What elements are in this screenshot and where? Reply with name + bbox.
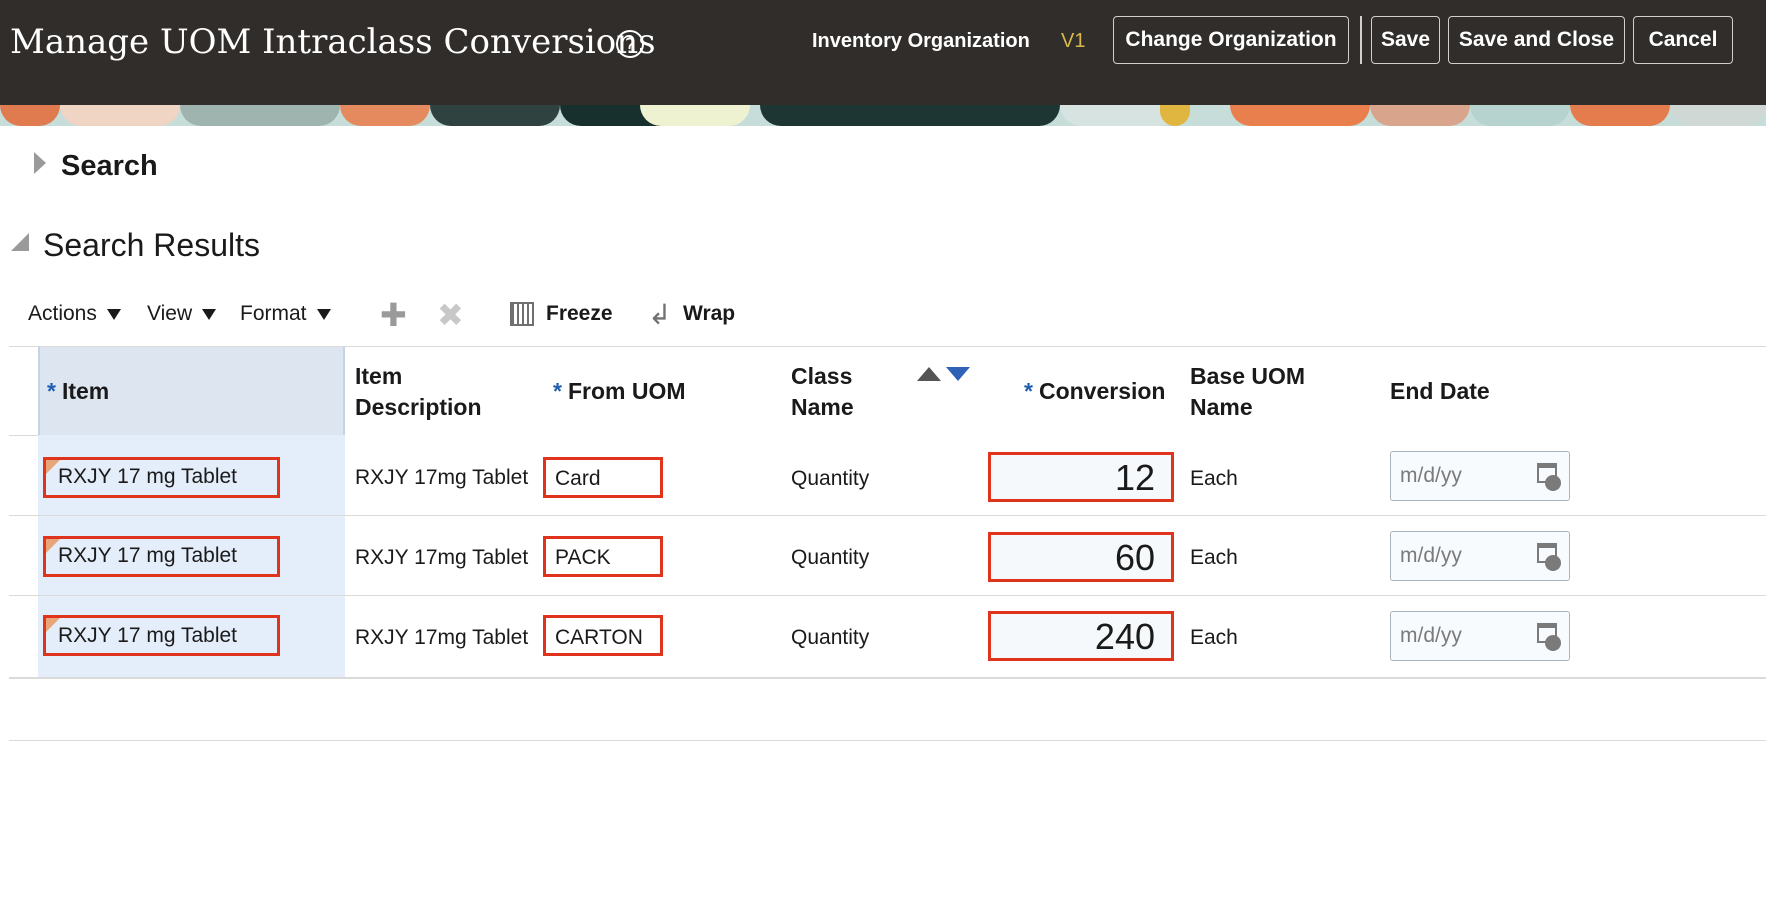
format-menu-label: Format — [240, 302, 307, 325]
column-header-class-name-line1: Class — [791, 363, 853, 389]
freeze-button[interactable]: Freeze — [546, 302, 613, 326]
page-title: Manage UOM Intraclass Conversions — [10, 22, 656, 62]
item-description-value: RXJY 17mg Tablet — [355, 466, 529, 489]
inventory-organization-label: Inventory Organization — [812, 30, 1030, 52]
actions-menu-label: Actions — [28, 302, 97, 325]
sort-ascending-icon[interactable] — [917, 367, 941, 381]
save-button[interactable]: Save — [1371, 16, 1440, 64]
item-description-value: RXJY 17mg Tablet — [355, 546, 529, 569]
column-header-base-uom-name[interactable]: Base UOM Name — [1190, 361, 1305, 423]
search-expand-icon[interactable] — [34, 152, 46, 174]
from-uom-value: Card — [555, 467, 601, 490]
end-date-placeholder: m/d/yy — [1400, 464, 1462, 487]
conversion-value: 60 — [1114, 537, 1155, 578]
column-header-item-description-line1: Item — [355, 363, 403, 389]
sort-descending-icon[interactable] — [946, 367, 970, 381]
plus-icon[interactable]: ✚ — [380, 298, 407, 332]
wrap-icon: ↲ — [648, 299, 672, 330]
view-menu[interactable]: View — [147, 302, 217, 326]
class-name-value: Quantity — [791, 546, 870, 569]
page-header: Manage UOM Intraclass Conversions ? Inve… — [0, 0, 1766, 105]
required-marker: * — [553, 378, 562, 404]
conversion-value: 240 — [1094, 616, 1155, 657]
format-menu[interactable]: Format — [240, 302, 331, 326]
base-uom-value: Each — [1190, 626, 1238, 649]
conversion-input[interactable]: 12 — [988, 452, 1174, 502]
results-collapse-icon[interactable] — [11, 233, 29, 251]
clock-icon — [1545, 475, 1561, 491]
close-icon: ✖ — [437, 297, 464, 333]
column-header-item-label: Item — [61, 378, 110, 404]
table-bottom-border — [9, 677, 1766, 679]
row-divider — [9, 515, 1766, 516]
column-header-base-uom-line1: Base UOM — [1190, 363, 1306, 389]
conversion-value: 12 — [1114, 457, 1155, 498]
end-date-input[interactable]: m/d/yy — [1390, 611, 1570, 661]
clock-icon — [1545, 635, 1561, 651]
base-uom-value: Each — [1190, 467, 1238, 490]
cancel-button[interactable]: Cancel — [1633, 16, 1733, 64]
header-divider — [1360, 16, 1362, 64]
item-value: RXJY 17 mg Tablet — [58, 544, 237, 567]
column-header-item[interactable]: * Item — [47, 376, 109, 407]
column-header-from-uom-label: From UOM — [567, 378, 686, 404]
column-header-class-name[interactable]: Class Name — [791, 361, 854, 423]
view-menu-label: View — [147, 302, 193, 325]
search-section-title[interactable]: Search — [61, 150, 158, 183]
column-header-base-uom-line2: Name — [1190, 394, 1253, 420]
column-header-item-description[interactable]: Item Description — [355, 361, 482, 423]
save-and-close-button[interactable]: Save and Close — [1448, 16, 1625, 64]
conversion-input[interactable]: 240 — [988, 611, 1174, 661]
decorative-banner — [0, 105, 1766, 126]
end-date-input[interactable]: m/d/yy — [1390, 531, 1570, 581]
help-icon[interactable]: ? — [616, 30, 644, 58]
search-results-title: Search Results — [43, 227, 260, 263]
clock-icon — [1545, 555, 1561, 571]
item-description-value: RXJY 17mg Tablet — [355, 626, 529, 649]
chevron-down-icon — [202, 308, 217, 320]
class-name-value: Quantity — [791, 626, 870, 649]
column-header-conversion[interactable]: * Conversion — [1024, 376, 1165, 407]
chevron-down-icon — [316, 308, 331, 320]
from-uom-value: CARTON — [555, 626, 643, 649]
item-value: RXJY 17 mg Tablet — [58, 624, 237, 647]
column-header-end-date[interactable]: End Date — [1390, 376, 1490, 407]
end-date-placeholder: m/d/yy — [1400, 544, 1462, 567]
actions-menu[interactable]: Actions — [28, 302, 121, 326]
end-date-placeholder: m/d/yy — [1400, 624, 1462, 647]
end-date-input[interactable]: m/d/yy — [1390, 451, 1570, 501]
column-header-from-uom[interactable]: * From UOM — [553, 376, 686, 407]
freeze-icon — [510, 302, 534, 326]
chevron-down-icon — [106, 308, 121, 320]
footer-divider — [9, 740, 1766, 741]
row-divider — [9, 595, 1766, 596]
required-marker: * — [1024, 378, 1033, 404]
wrap-button[interactable]: Wrap — [683, 302, 735, 326]
column-header-item-description-line2: Description — [355, 394, 482, 420]
column-header-class-name-line2: Name — [791, 394, 854, 420]
from-uom-value: PACK — [555, 546, 611, 569]
change-organization-button[interactable]: Change Organization — [1113, 16, 1349, 64]
inventory-organization-value: V1 — [1061, 30, 1086, 52]
item-value: RXJY 17 mg Tablet — [58, 465, 237, 488]
column-header-conversion-label: Conversion — [1038, 378, 1166, 404]
row-divider — [9, 435, 38, 436]
conversion-input[interactable]: 60 — [988, 532, 1174, 582]
base-uom-value: Each — [1190, 546, 1238, 569]
class-name-value: Quantity — [791, 467, 870, 490]
required-marker: * — [47, 378, 56, 404]
